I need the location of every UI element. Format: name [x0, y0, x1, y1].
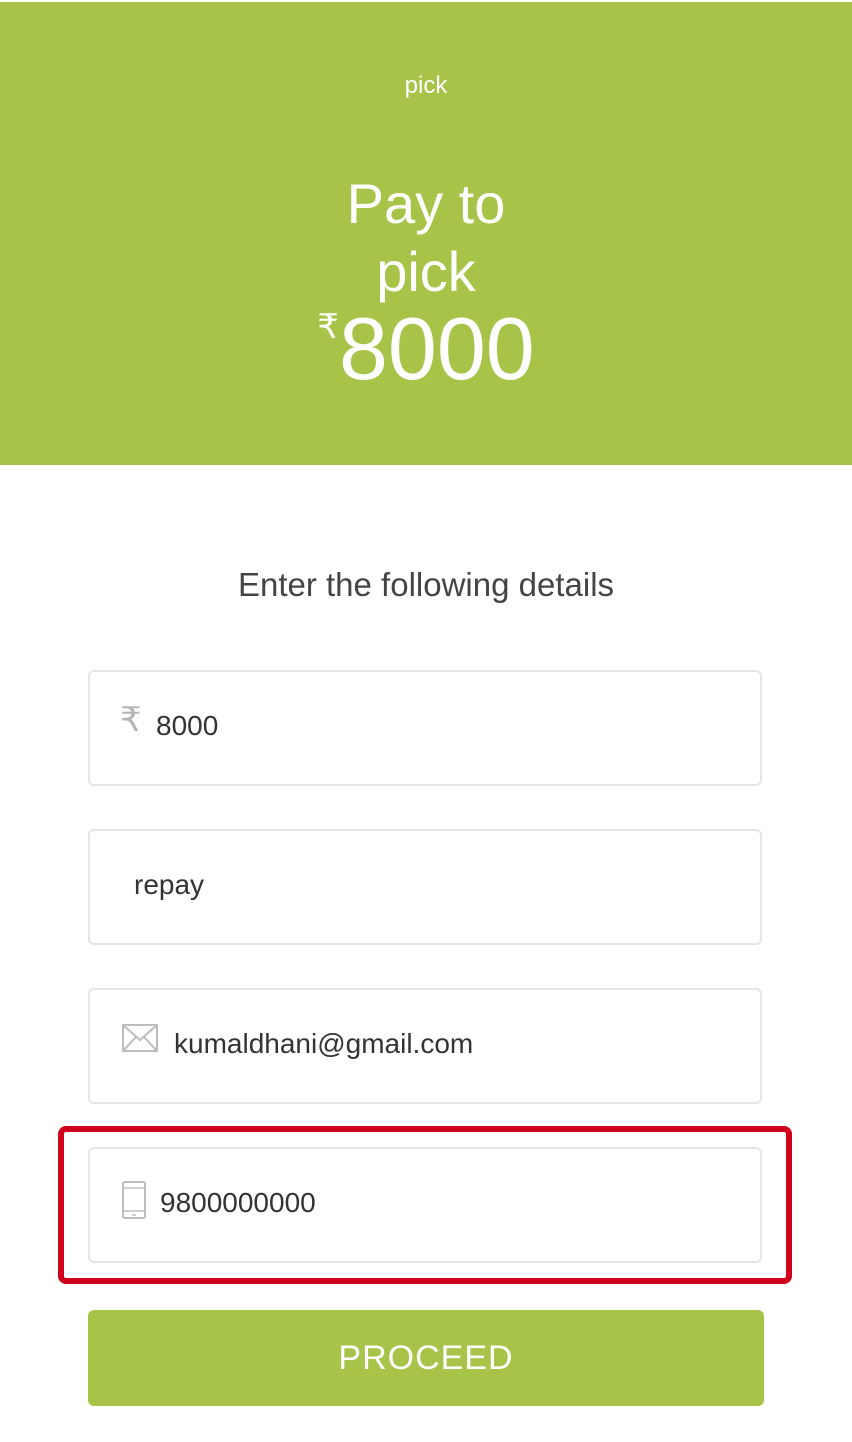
payment-header: pick Pay to pick ₹8000: [0, 2, 852, 465]
form-heading: Enter the following details: [237, 566, 615, 603]
mail-icon: [122, 1024, 158, 1052]
email-field[interactable]: kumaldhani@gmail.com: [88, 988, 762, 1104]
proceed-button[interactable]: PROCEED: [88, 1310, 764, 1406]
phone-icon: [122, 1181, 146, 1219]
pay-to-title: Pay to pick: [0, 170, 852, 306]
amount-field[interactable]: ₹ 8000: [88, 670, 762, 786]
rupee-icon: ₹: [120, 700, 142, 740]
amount-input-value: 8000: [156, 710, 219, 741]
email-input-value: kumaldhani@gmail.com: [174, 1028, 474, 1059]
payment-page: pick Pay to pick ₹8000 Enter the followi…: [0, 0, 852, 1442]
pay-to-merchant: pick: [376, 240, 476, 303]
merchant-name: pick: [404, 72, 448, 99]
purpose-field[interactable]: repay: [88, 829, 762, 945]
phone-field[interactable]: 9800000000: [88, 1147, 762, 1263]
payment-amount: ₹8000: [0, 304, 852, 420]
purpose-input-value: repay: [134, 869, 205, 900]
amount-value: 8000: [338, 299, 535, 398]
pay-to-label: Pay to: [346, 172, 506, 235]
phone-input-value: 9800000000: [160, 1187, 316, 1218]
currency-symbol: ₹: [317, 307, 339, 347]
